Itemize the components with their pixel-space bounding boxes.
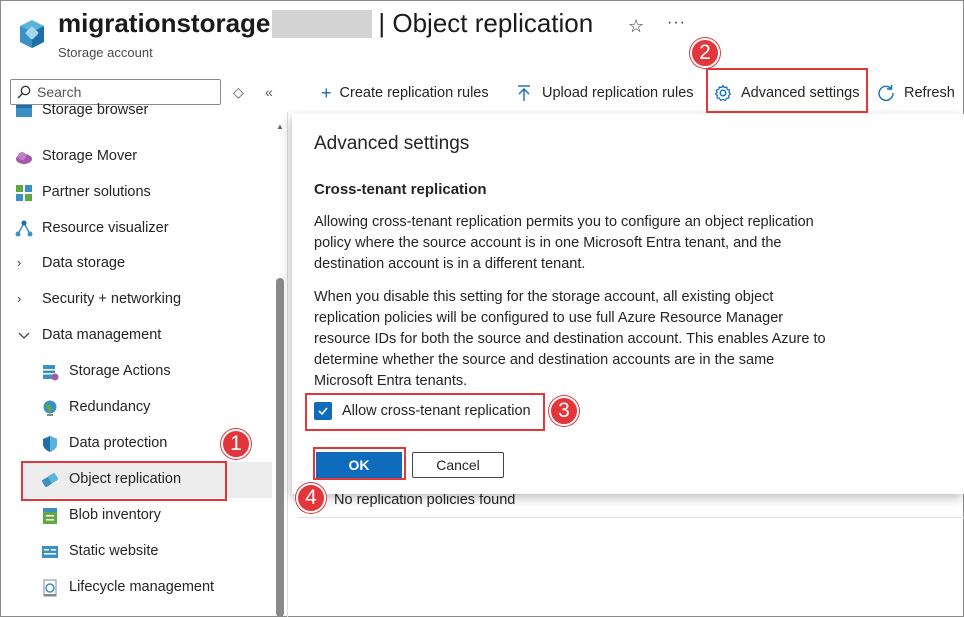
lifecycle-icon — [43, 579, 57, 597]
globe-icon — [43, 400, 57, 416]
storage-browser-icon — [16, 105, 32, 117]
sidebar-item-redundancy[interactable]: Redundancy — [0, 391, 272, 425]
highlight-object-replication — [21, 461, 227, 501]
callout-badge-4: 4 — [296, 483, 326, 513]
refresh-icon — [878, 85, 894, 102]
page-title: migrationstorage | Object replication — [58, 8, 593, 39]
sidebar-item-data-management[interactable]: Data management — [0, 319, 272, 353]
highlight-advanced-settings — [706, 68, 868, 113]
ellipsis-icon[interactable]: ··· — [667, 14, 686, 32]
content-divider — [287, 112, 288, 617]
resource-type: Storage account — [58, 45, 153, 60]
page-title-text: | Object replication — [378, 8, 594, 38]
callout-badge-1: 1 — [221, 429, 251, 459]
plus-icon: + — [321, 83, 332, 103]
sidebar-item-storage-browser[interactable]: Storage browser — [0, 102, 272, 138]
scroll-up-arrow-icon[interactable]: ▲ — [276, 122, 284, 131]
refresh-button[interactable]: Refresh — [877, 80, 955, 106]
search-icon — [17, 85, 31, 99]
advanced-settings-panel: Advanced settings Cross-tenant replicati… — [292, 114, 964, 494]
filter-icon[interactable]: ◇ — [233, 84, 244, 101]
create-replication-rules-button[interactable]: + Create replication rules — [321, 80, 489, 106]
star-icon[interactable]: ☆ — [628, 16, 644, 37]
sidebar-item-resource-visualizer[interactable]: Resource visualizer — [0, 212, 272, 246]
sidebar-item-partner-solutions[interactable]: Partner solutions — [0, 176, 272, 210]
chevron-right-icon: › — [17, 255, 22, 270]
highlight-checkbox — [305, 393, 545, 431]
search-placeholder: Search — [37, 84, 82, 100]
panel-title: Advanced settings — [314, 133, 470, 154]
redacted-name-suffix — [272, 9, 373, 38]
sidebar-item-security-networking[interactable]: › Security + networking — [0, 283, 272, 317]
sidebar-item-data-storage[interactable]: › Data storage — [0, 247, 272, 281]
sidebar-item-blob-inventory[interactable]: Blob inventory — [0, 499, 272, 533]
upload-icon — [518, 85, 530, 101]
sidebar-item-lifecycle-management[interactable]: Lifecycle management — [0, 571, 272, 605]
cancel-button[interactable]: Cancel — [412, 452, 504, 478]
section-title: Cross-tenant replication — [314, 181, 487, 198]
storage-actions-icon — [43, 365, 59, 381]
upload-replication-rules-button[interactable]: Upload replication rules — [516, 80, 694, 106]
table-divider — [298, 517, 964, 518]
storage-account-icon — [20, 20, 44, 48]
sidebar-item-storage-actions[interactable]: Storage Actions — [0, 355, 272, 389]
shield-icon — [43, 436, 57, 452]
cloud-icon — [16, 152, 32, 164]
description-paragraph-1: Allowing cross-tenant replication permit… — [314, 214, 814, 272]
highlight-ok-button — [313, 447, 406, 480]
callout-badge-3: 3 — [549, 396, 579, 426]
empty-state-message: No replication policies found — [334, 492, 516, 508]
callout-badge-2: 2 — [690, 38, 720, 68]
sidebar-item-static-website[interactable]: Static website — [0, 535, 272, 569]
partner-icon — [16, 185, 32, 201]
website-icon — [42, 546, 58, 558]
resource-name: migrationstorage — [58, 8, 271, 38]
collapse-icon[interactable]: « — [265, 84, 273, 100]
sidebar-scrollbar[interactable]: ▲ — [276, 120, 284, 617]
inventory-icon — [43, 508, 57, 524]
chevron-down-icon — [18, 332, 30, 339]
sidebar-item-storage-mover[interactable]: Storage Mover — [0, 140, 272, 174]
scrollbar-thumb[interactable] — [276, 278, 284, 617]
description-paragraph-2: When you disable this setting for the st… — [314, 289, 826, 389]
visualizer-icon — [15, 220, 33, 237]
chevron-right-icon: › — [17, 291, 22, 306]
